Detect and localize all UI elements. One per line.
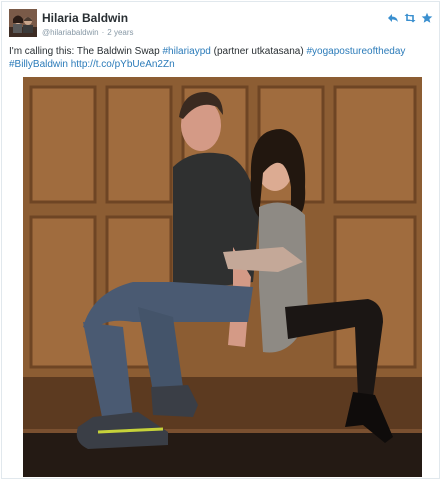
- user-handle[interactable]: @hilariabaldwin: [42, 28, 99, 37]
- tweet-actions: [387, 12, 433, 24]
- tweet-text-intro: I'm calling this: The Baldwin Swap: [9, 46, 163, 57]
- tweet-text-mid: (partner utkatasana): [210, 46, 307, 57]
- meta-separator: ·: [101, 28, 105, 37]
- tweet-url-link[interactable]: http://t.co/pYbUeAn2Zn: [71, 59, 175, 70]
- tweet-text: I'm calling this: The Baldwin Swap #hila…: [9, 45, 439, 71]
- tweet-timestamp[interactable]: 2 years: [107, 28, 133, 37]
- tweet-photo[interactable]: [23, 77, 422, 477]
- hashtag-link-billybaldwin[interactable]: #BillyBaldwin: [9, 59, 68, 70]
- tweet-card: Hilaria Baldwin @hilariabaldwin · 2 years …: [1, 1, 440, 479]
- retweet-icon[interactable]: [404, 12, 416, 24]
- avatar[interactable]: [9, 9, 37, 37]
- reply-icon[interactable]: [387, 12, 399, 24]
- tweet-meta: @hilariabaldwin · 2 years: [42, 28, 134, 37]
- hashtag-link-yogapostureoftheday[interactable]: #yogapostureoftheday: [306, 46, 405, 57]
- favorite-icon[interactable]: [421, 12, 433, 24]
- display-name[interactable]: Hilaria Baldwin: [42, 11, 128, 25]
- hashtag-link-hilariaypd[interactable]: #hilariaypd: [162, 46, 210, 57]
